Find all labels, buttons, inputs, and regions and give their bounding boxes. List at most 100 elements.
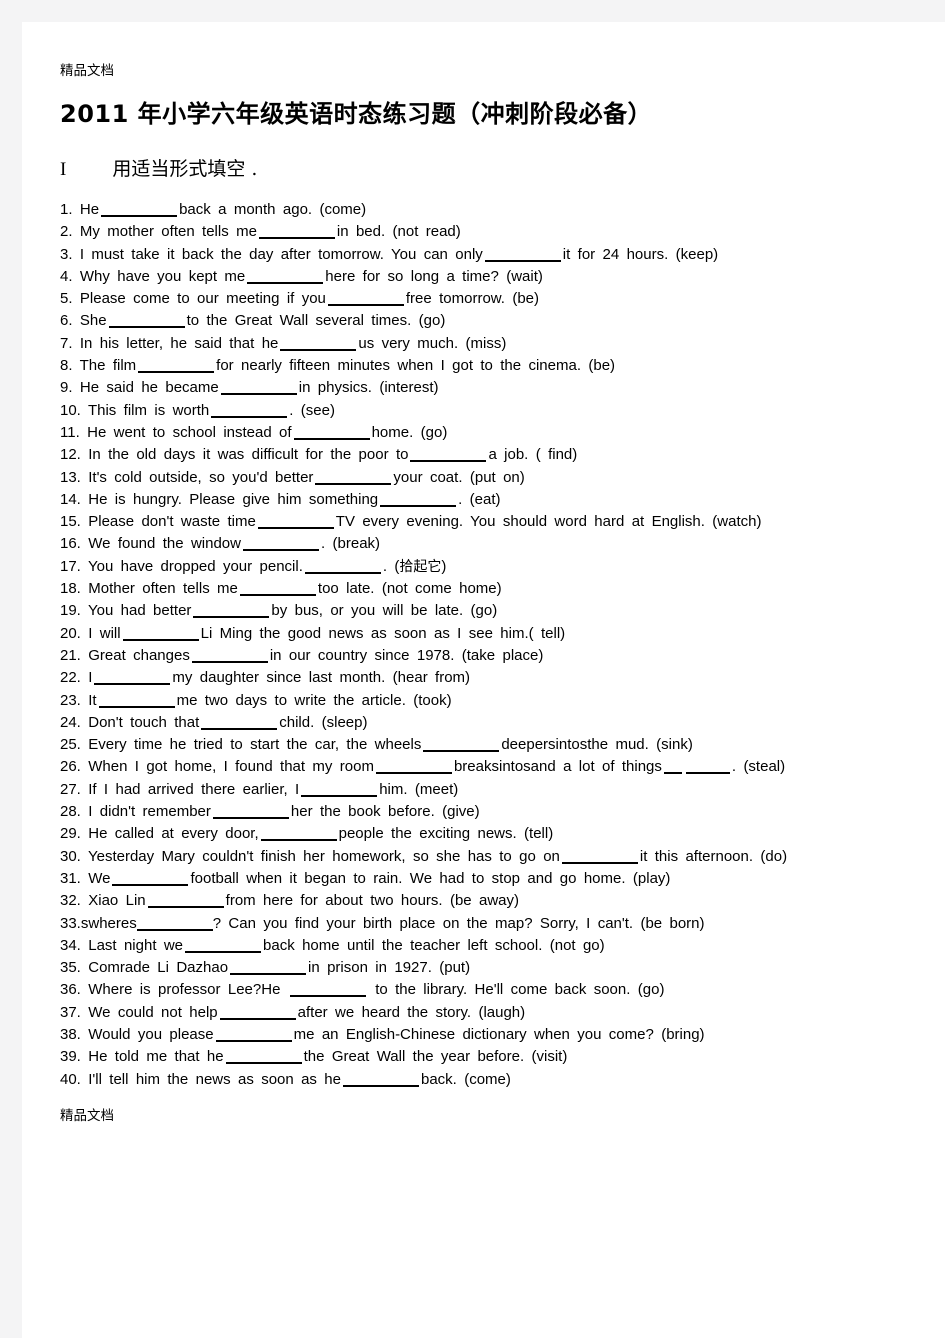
question-item: 26. When I got home, I found that my roo… xyxy=(60,756,925,778)
question-number: 40. xyxy=(60,1070,81,1088)
answer-blank-secondary[interactable] xyxy=(663,772,682,775)
answer-blank[interactable] xyxy=(108,326,185,329)
question-number: 30. xyxy=(60,847,81,865)
answer-blank[interactable] xyxy=(225,1062,302,1065)
answer-blank-secondary-wrap[interactable] xyxy=(685,772,730,775)
answer-blank[interactable] xyxy=(375,772,452,775)
question-number: 28. xyxy=(60,803,81,821)
question-text-before-blank: He xyxy=(79,201,100,218)
answer-blank[interactable] xyxy=(212,817,289,820)
answer-blank[interactable] xyxy=(98,705,175,708)
question-text-after-blank: TV every evening. You should word hard a… xyxy=(335,513,762,531)
answer-blank[interactable] xyxy=(211,415,288,418)
question-item: 10. This film is worth . (see) xyxy=(60,400,925,422)
answer-blank[interactable] xyxy=(230,973,307,976)
answer-blank[interactable] xyxy=(215,1039,292,1042)
question-number: 2. xyxy=(60,223,73,241)
question-item: 39. He told me that he the Great Wall the… xyxy=(60,1046,925,1068)
answer-blank[interactable] xyxy=(101,215,178,217)
question-text-before-blank: He went to school instead of xyxy=(87,423,292,441)
answer-blank[interactable] xyxy=(280,348,357,351)
answer-blank[interactable] xyxy=(138,371,215,374)
question-number: 39. xyxy=(60,1048,81,1066)
answer-blank[interactable] xyxy=(380,504,457,507)
answer-blank[interactable] xyxy=(410,460,487,463)
answer-blank[interactable] xyxy=(484,259,561,262)
answer-blank[interactable] xyxy=(220,393,297,396)
answer-blank[interactable] xyxy=(147,906,224,909)
answer-blank[interactable] xyxy=(258,237,335,240)
question-text-after-blank: in our country since 1978. (take place) xyxy=(269,646,544,664)
question-number: 25. xyxy=(60,736,81,754)
answer-blank[interactable] xyxy=(247,281,324,284)
question-text-before-blank: I didn't remember xyxy=(88,803,211,821)
answer-blank[interactable] xyxy=(342,1084,419,1087)
question-text-after-blank: after we heard the story. (laugh) xyxy=(297,1003,526,1021)
document-content: 精品文档 2011 年小学六年级英语时态练习题（冲刺阶段必备） I 用适当形式填空… xyxy=(60,62,925,1125)
answer-blank[interactable] xyxy=(293,437,370,440)
question-item: 6. She to the Great Wall several times. (… xyxy=(60,310,925,332)
answer-blank[interactable] xyxy=(301,794,378,797)
question-text-after-blank: us very much. (miss) xyxy=(358,334,507,352)
answer-blank[interactable] xyxy=(239,594,316,597)
question-item: 38. Would you please me an English-Chines… xyxy=(60,1024,925,1046)
question-text-after-blank: to the Great Wall several times. (go) xyxy=(186,312,446,330)
question-list: 1. He back a month ago. (come) 2. My mothe… xyxy=(60,199,925,1091)
question-number: 20. xyxy=(60,624,81,642)
answer-blank[interactable] xyxy=(242,549,319,552)
document-page: 精品文档 2011 年小学六年级英语时态练习题（冲刺阶段必备） I 用适当形式填空… xyxy=(22,22,945,1338)
question-item: 9. He said he became in physics. (interes… xyxy=(60,377,925,399)
question-text-after-blank: to the library. He'll come back soon. (g… xyxy=(375,981,665,999)
question-text-before-blank: We found the window xyxy=(88,535,241,553)
question-item: 12. In the old days it was difficult for… xyxy=(60,444,925,466)
question-number: 17. xyxy=(60,557,81,575)
answer-blank[interactable] xyxy=(304,571,381,574)
question-item: 4. Why have you kept me here for so long … xyxy=(60,266,925,288)
question-number: 7. xyxy=(60,334,73,352)
answer-blank[interactable] xyxy=(136,928,213,931)
question-number: 21. xyxy=(60,646,81,664)
question-number: 16. xyxy=(60,535,81,553)
answer-blank[interactable] xyxy=(561,861,638,864)
section-heading: I 用适当形式填空 . xyxy=(60,156,925,183)
question-item: 22. Imy daughter since last month. (hear… xyxy=(60,667,925,689)
question-text-after-blank: . (eat) xyxy=(458,490,501,508)
question-item: 31. We football when it began to rain. We… xyxy=(60,868,925,890)
question-text-after-blank: me two days to write the article. (took) xyxy=(176,691,452,709)
watermark-top: 精品文档 xyxy=(60,63,114,79)
question-text-before-blank: It xyxy=(88,691,97,709)
question-item: 25. Every time he tried to start the car… xyxy=(60,734,925,756)
question-item: 23. It me two days to write the article. … xyxy=(60,690,925,712)
question-text-after-blank: your coat. (put on) xyxy=(393,468,525,486)
question-item: 29. He called at every door, people the e… xyxy=(60,823,925,845)
answer-blank[interactable] xyxy=(94,683,171,686)
question-text-after-blank: . (break) xyxy=(320,535,381,553)
question-text-after-blank: ? Can you find your birth place on the m… xyxy=(212,914,705,932)
question-text-after-blank: back. (come) xyxy=(420,1070,511,1088)
question-text-after-blank: it for 24 hours. (keep) xyxy=(562,245,719,263)
question-text-after-blank: for nearly fifteen minutes when I got to… xyxy=(216,357,616,375)
question-item: 34. Last night we back home until the tea… xyxy=(60,935,925,957)
question-text-after-blank: here for so long a time? (wait) xyxy=(325,267,543,285)
answer-blank[interactable] xyxy=(185,950,262,953)
answer-blank[interactable] xyxy=(191,660,268,663)
answer-blank[interactable] xyxy=(327,304,404,307)
answer-blank[interactable] xyxy=(315,482,392,485)
answer-blank[interactable] xyxy=(257,527,334,530)
question-text-before-blank: Every time he tried to start the car, th… xyxy=(88,736,422,754)
answer-blank[interactable] xyxy=(112,883,189,886)
question-text-before-blank: Would you please xyxy=(88,1025,214,1043)
answer-blank[interactable] xyxy=(201,727,278,730)
question-item: 3. I must take it back the day after tom… xyxy=(60,244,925,266)
answer-blank[interactable] xyxy=(219,1017,296,1020)
answer-blank[interactable] xyxy=(423,750,500,753)
question-number: 29. xyxy=(60,825,81,843)
answer-blank[interactable] xyxy=(122,638,199,641)
question-number: 23. xyxy=(60,691,81,709)
answer-blank[interactable] xyxy=(193,616,270,619)
question-number: 19. xyxy=(60,602,81,620)
question-item: 40. I'll tell him the news as soon as he… xyxy=(60,1069,925,1091)
answer-blank[interactable] xyxy=(289,995,366,998)
question-item: 19. You had better by bus, or you will be… xyxy=(60,600,925,622)
answer-blank[interactable] xyxy=(260,839,337,842)
